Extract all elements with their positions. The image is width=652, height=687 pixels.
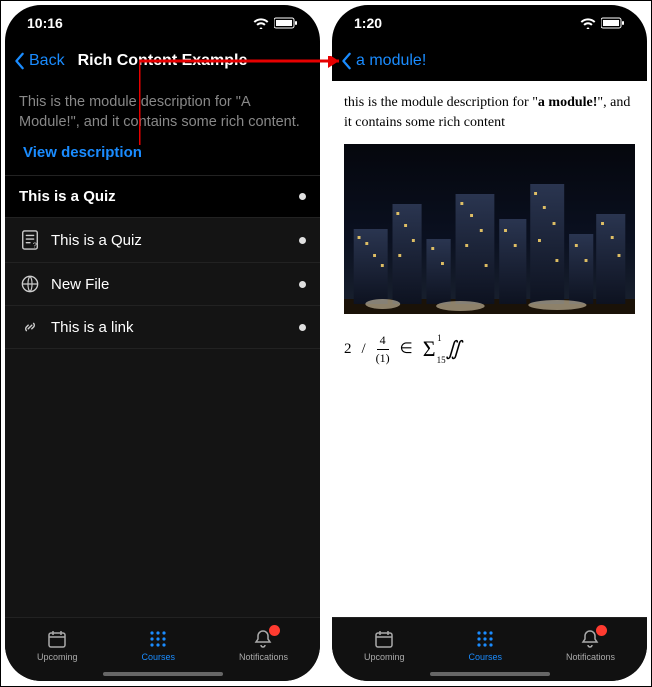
formula-elem: ∈: [400, 339, 413, 360]
battery-icon: [274, 17, 298, 29]
status-time: 1:20: [354, 15, 382, 31]
formula-fraction: 4 (1): [376, 332, 390, 367]
chevron-left-icon: [13, 52, 27, 70]
status-icons: [253, 17, 298, 29]
integral-icon: ∬: [446, 335, 462, 363]
phone-right: 1:20 a module! this is the module descri…: [332, 5, 647, 681]
tab-upcoming[interactable]: Upcoming: [37, 629, 78, 662]
list-item-quiz[interactable]: ? This is a Quiz: [5, 218, 320, 263]
back-button[interactable]: a module!: [340, 52, 426, 70]
body-prefix: this is the module description for ": [344, 95, 538, 110]
tab-label: Notifications: [239, 652, 288, 662]
list-item-label: This is a Quiz: [51, 232, 299, 249]
section-header-label: This is a Quiz: [19, 188, 116, 205]
tab-upcoming[interactable]: Upcoming: [364, 629, 405, 662]
formula-t1: 2: [344, 339, 352, 360]
tab-label: Courses: [468, 652, 502, 662]
globe-icon: [19, 275, 41, 293]
status-dot: [299, 193, 306, 200]
tab-label: Upcoming: [364, 652, 405, 662]
tab-courses[interactable]: Courses: [468, 629, 502, 662]
status-bar: 1:20: [332, 5, 647, 41]
home-indicator: [103, 672, 223, 676]
back-label: Back: [29, 52, 65, 70]
list-item-link[interactable]: This is a link: [5, 306, 320, 349]
status-dot: [299, 237, 306, 244]
tab-notifications[interactable]: Notifications: [566, 629, 615, 662]
status-dot: [299, 324, 306, 331]
status-icons: [580, 17, 625, 29]
quiz-icon: ?: [19, 230, 41, 250]
content-page: this is the module description for "a mo…: [332, 81, 647, 617]
tab-label: Notifications: [566, 652, 615, 662]
back-label: a module!: [356, 52, 426, 70]
calendar-icon: [46, 629, 68, 649]
body-bold: a module!: [538, 95, 598, 110]
wifi-icon: [580, 17, 596, 29]
tab-notifications[interactable]: Notifications: [239, 629, 288, 662]
battery-icon: [601, 17, 625, 29]
list-item-label: This is a link: [51, 319, 299, 336]
chevron-left-icon: [340, 52, 354, 70]
view-description-link[interactable]: View description: [5, 138, 320, 175]
sigma-icon: Σ 1 15: [423, 334, 436, 365]
nav-bar: a module!: [332, 41, 647, 81]
tab-label: Upcoming: [37, 652, 78, 662]
tab-label: Courses: [141, 652, 175, 662]
status-bar: 10:16: [5, 5, 320, 41]
grid-icon: [474, 629, 496, 649]
calendar-icon: [373, 629, 395, 649]
back-button[interactable]: Back: [13, 52, 65, 70]
grid-icon: [147, 629, 169, 649]
section-header[interactable]: This is a Quiz: [5, 175, 320, 218]
status-time: 10:16: [27, 15, 63, 31]
formula: 2 / 4 (1) ∈ Σ 1 15 ∬: [344, 332, 635, 367]
nav-bar: Back Rich Content Example: [5, 41, 320, 81]
notification-badge: [596, 625, 607, 636]
status-dot: [299, 281, 306, 288]
link-icon: [19, 318, 41, 336]
city-image: [344, 144, 635, 314]
formula-slash: /: [362, 339, 366, 360]
tab-courses[interactable]: Courses: [141, 629, 175, 662]
empty-body: [5, 349, 320, 617]
home-indicator: [430, 672, 550, 676]
phone-left: 10:16 Back Rich Content Example This is …: [5, 5, 320, 681]
module-description: This is the module description for "A Mo…: [5, 81, 320, 138]
list-item-file[interactable]: New File: [5, 263, 320, 306]
wifi-icon: [253, 17, 269, 29]
svg-text:?: ?: [33, 240, 37, 249]
notification-badge: [269, 625, 280, 636]
list-item-label: New File: [51, 276, 299, 293]
